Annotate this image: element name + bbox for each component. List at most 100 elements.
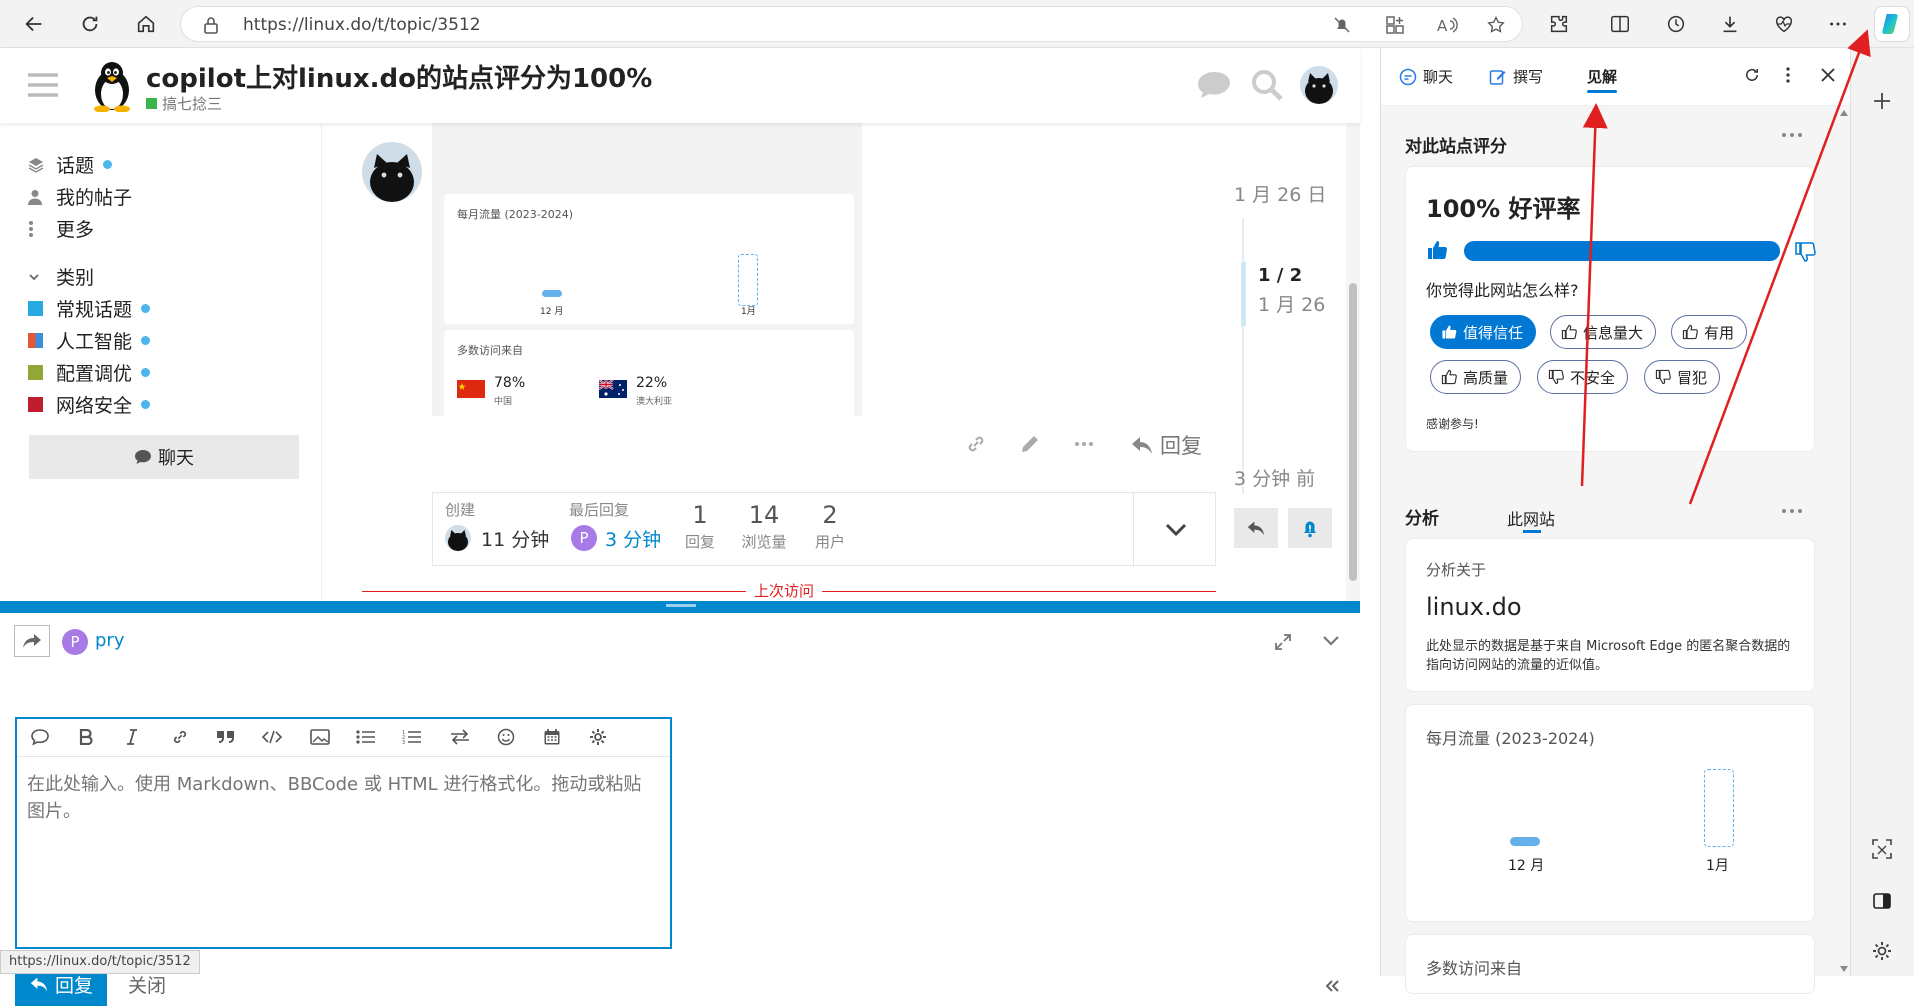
panel-close-button[interactable]: [1819, 66, 1837, 84]
toolbar-link-button[interactable]: [165, 719, 195, 755]
sidebar-category-ai[interactable]: 人工智能: [28, 327, 151, 354]
back-button[interactable]: [18, 8, 50, 40]
notification-level-button[interactable]: [1288, 508, 1332, 548]
timeline-start-date[interactable]: 1 月 26 日: [1234, 180, 1326, 207]
current-user-avatar[interactable]: [1300, 66, 1338, 104]
split-screen-button[interactable]: [1604, 8, 1636, 40]
sidebar-item-my-posts[interactable]: 我的帖子: [28, 183, 132, 210]
tab-compose[interactable]: 撰写: [1489, 66, 1543, 87]
sidebar-settings-button[interactable]: [1871, 940, 1893, 962]
toolbar-quote-reply-button[interactable]: [25, 719, 55, 755]
refresh-button[interactable]: [74, 8, 106, 40]
composer-close-button[interactable]: 关闭: [128, 971, 166, 998]
add-sidebar-app-button[interactable]: [1871, 90, 1893, 112]
scroll-up-arrow-icon: [1840, 110, 1848, 116]
browser-essentials-button[interactable]: [1768, 8, 1800, 40]
feedback-offensive-button[interactable]: 冒犯: [1644, 360, 1721, 394]
reply-arrow-icon: [1247, 521, 1265, 536]
copy-link-button[interactable]: [964, 432, 988, 456]
sidebar-item-label: 我的帖子: [56, 187, 133, 209]
sidebar-category-tuning[interactable]: 配置调优: [28, 359, 151, 386]
show-more-actions-button[interactable]: [1072, 432, 1096, 456]
sidebar-item-topics[interactable]: 话题: [28, 151, 113, 178]
toolbar-image-button[interactable]: [305, 719, 335, 755]
sidebar-item-more[interactable]: 更多: [28, 215, 94, 242]
timeline-end-time[interactable]: 3 分钟 前: [1234, 464, 1315, 491]
analysis-tab-this-site[interactable]: 此网站: [1507, 506, 1555, 530]
tab-chat[interactable]: 聊天: [1399, 66, 1453, 87]
toolbar-toggle-direction-button[interactable]: [445, 719, 475, 755]
composer-user-avatar[interactable]: P: [62, 629, 88, 655]
composer-grip[interactable]: [0, 601, 1360, 613]
composer-minimize-button[interactable]: [1322, 635, 1340, 647]
topic-last-reply-time[interactable]: 3 分钟: [605, 525, 661, 552]
toolbar-code-button[interactable]: [257, 719, 287, 755]
composer-toggle-preview-button[interactable]: [1324, 979, 1340, 993]
downloads-button[interactable]: [1714, 8, 1746, 40]
chat-header-button[interactable]: [1196, 70, 1232, 100]
composer-fullscreen-button[interactable]: [1274, 633, 1292, 651]
panel-refresh-button[interactable]: [1743, 66, 1761, 84]
toolbar-blockquote-button[interactable]: [211, 719, 241, 755]
composer-textarea[interactable]: [27, 771, 657, 941]
hamburger-menu-button[interactable]: [28, 72, 58, 98]
image-country-name: 中国: [494, 397, 513, 407]
search-header-button[interactable]: [1250, 68, 1284, 102]
toolbar-numbered-list-button[interactable]: 123: [397, 719, 427, 755]
more-menu-button[interactable]: [1822, 8, 1854, 40]
topic-map-expand-button[interactable]: [1133, 493, 1217, 567]
image-country-name: 澳大利亚: [636, 397, 673, 407]
analysis-section-more-button[interactable]: [1781, 508, 1803, 514]
topic-category-badge[interactable]: 搞七捻三: [146, 93, 222, 114]
sidebar-category-general[interactable]: 常规话题: [28, 295, 151, 322]
tab-insights[interactable]: 见解: [1587, 66, 1617, 87]
extensions-button[interactable]: [1543, 8, 1575, 40]
feedback-informative-button[interactable]: 信息量大: [1550, 315, 1657, 349]
feedback-trustworthy-button[interactable]: 值得信任: [1430, 315, 1537, 349]
toolbar-options-button[interactable]: [583, 719, 613, 755]
composer-grip-handle[interactable]: [666, 604, 696, 607]
page-scrollbar[interactable]: [1346, 48, 1360, 601]
feedback-unsafe-button[interactable]: 不安全: [1537, 360, 1629, 394]
toolbar-bold-button[interactable]: [71, 719, 101, 755]
site-logo[interactable]: [88, 60, 136, 112]
more-horizontal-icon: [1075, 442, 1093, 446]
toolbar-bullet-list-button[interactable]: [351, 719, 381, 755]
panel-scrollbar[interactable]: [1837, 108, 1851, 976]
history-button[interactable]: [1660, 8, 1692, 40]
sidebar-chat-button[interactable]: 聊天: [29, 435, 299, 479]
toolbar-italic-button[interactable]: [117, 719, 147, 755]
page-scrollbar-thumb[interactable]: [1349, 283, 1357, 581]
screenshot-tool-button[interactable]: [1871, 838, 1893, 860]
timeline-track: [1242, 218, 1244, 494]
toolbar-emoji-button[interactable]: [491, 719, 521, 755]
sidebar-categories-label: 类别: [56, 267, 95, 289]
sidebar-categories-header[interactable]: 类别: [28, 263, 94, 290]
timeline-reply-button[interactable]: [1234, 508, 1278, 548]
composer-username[interactable]: pry: [95, 630, 124, 651]
creator-avatar[interactable]: [445, 525, 471, 551]
toolbar-calendar-button[interactable]: [537, 719, 567, 755]
address-bar[interactable]: https://linux.do/t/topic/3512 A: [180, 6, 1523, 42]
copilot-button[interactable]: [1874, 6, 1910, 42]
home-button[interactable]: [130, 8, 162, 40]
timeline-handle[interactable]: [1241, 262, 1246, 326]
gear-icon: [590, 729, 606, 745]
feedback-high-quality-button[interactable]: 高质量: [1430, 360, 1522, 394]
composer-actions-button[interactable]: [14, 625, 50, 657]
sidebar-category-security[interactable]: 网络安全: [28, 391, 151, 418]
post-image-screenshot[interactable]: 每月流量 (2023-2024) 12 月 1月 多数访问来自 78% 中国 2…: [432, 102, 862, 420]
post-reply-button[interactable]: 回复: [1130, 430, 1202, 460]
topic-title[interactable]: copilot上对linux.do的站点评分为100%: [146, 58, 652, 95]
last-replier-avatar[interactable]: P: [571, 525, 597, 551]
edit-post-button[interactable]: [1018, 432, 1042, 456]
url-text[interactable]: https://linux.do/t/topic/3512: [243, 15, 481, 35]
rating-section-more-button[interactable]: [1781, 132, 1803, 138]
thumbs-up-icon: [1561, 324, 1577, 340]
hide-sidebar-button[interactable]: [1871, 890, 1893, 912]
feedback-useful-button[interactable]: 有用: [1671, 315, 1748, 349]
panel-more-button[interactable]: [1785, 66, 1791, 84]
post-author-avatar[interactable]: [362, 142, 422, 202]
analysis-section-title: 分析: [1405, 509, 1439, 529]
image-month-label: 1月: [741, 307, 756, 317]
